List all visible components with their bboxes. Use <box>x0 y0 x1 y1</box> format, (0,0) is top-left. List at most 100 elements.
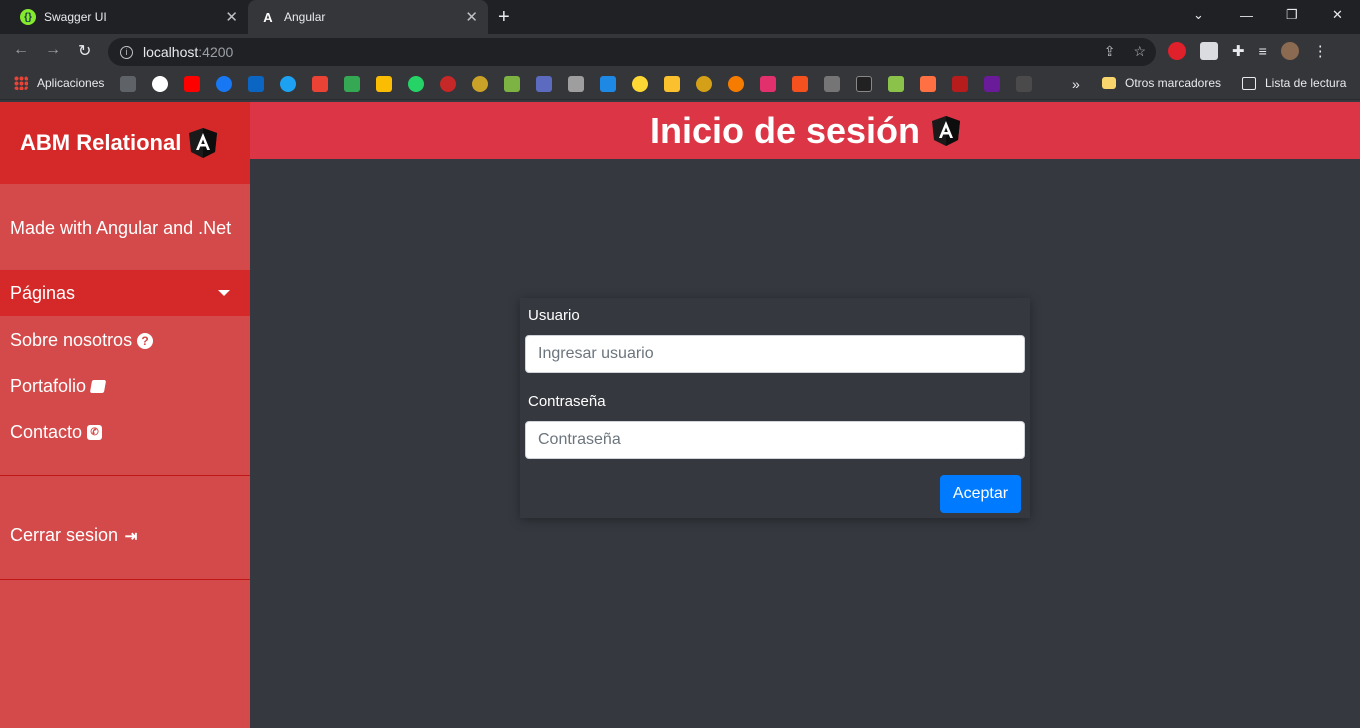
phone-icon: ✆ <box>87 425 103 440</box>
nav-link-portafolio[interactable]: Portafolio <box>10 376 107 397</box>
login-form: Usuario Contraseña Aceptar <box>520 298 1030 518</box>
sign-out-icon: ⇥ <box>124 527 138 545</box>
question-circle-icon: ? <box>137 332 154 349</box>
bookmark-icon[interactable] <box>696 76 712 92</box>
bookmark-icon[interactable] <box>504 76 520 92</box>
avatar[interactable] <box>1280 42 1299 60</box>
reading-list[interactable]: Lista de lectura <box>1242 76 1346 90</box>
apps-grid-icon <box>14 76 28 90</box>
bookmark-label: Otros marcadores <box>1125 76 1222 90</box>
tab-title: Swagger UI <box>44 10 107 24</box>
tab-swagger[interactable]: {} Swagger UI ✕ <box>8 0 248 34</box>
username-label: Usuario <box>528 307 580 324</box>
book-icon <box>89 380 107 393</box>
password-label: Contraseña <box>528 393 606 410</box>
back-icon[interactable]: ← <box>13 41 29 59</box>
password-input[interactable] <box>525 421 1025 459</box>
bookmark-label: Aplicaciones <box>37 76 105 90</box>
bookmark-star-icon[interactable]: ☆ <box>1133 43 1146 60</box>
tab-title: Angular <box>284 10 326 24</box>
restore-icon[interactable]: ❐ <box>1286 0 1298 30</box>
bookmark-icon[interactable] <box>440 76 456 92</box>
star-icon[interactable] <box>664 76 680 92</box>
nav-link-label: Contacto <box>10 422 83 442</box>
whatsapp-icon[interactable] <box>408 76 424 92</box>
sidebar-divider <box>0 475 250 476</box>
bookmark-label: Lista de lectura <box>1265 76 1347 90</box>
folder-icon <box>1102 77 1116 89</box>
angular-icon: A <box>263 9 273 25</box>
linkedin-icon[interactable] <box>248 76 264 92</box>
url-host: localhost <box>143 44 199 60</box>
close-tab-icon[interactable]: ✕ <box>465 8 478 26</box>
angular-logo-icon <box>932 115 961 146</box>
facebook-icon[interactable] <box>216 76 232 92</box>
store-icon[interactable] <box>120 76 136 92</box>
page-title: Inicio de sesión <box>649 109 921 151</box>
bookmark-icon[interactable] <box>888 76 904 92</box>
nav-link-label: Portafolio <box>10 376 87 396</box>
instagram-icon[interactable] <box>760 76 776 92</box>
extension-icon[interactable] <box>1200 42 1218 60</box>
reading-list-icon <box>1242 76 1256 90</box>
browser-toolbar: ← → ↻ i localhost:4200 ⇪ ☆ ✚ ≡ ⋮ <box>0 34 1360 68</box>
caret-down-icon <box>218 290 230 296</box>
kebab-menu-icon[interactable]: ⋮ <box>1313 42 1328 60</box>
reload-icon[interactable]: ↻ <box>78 41 91 61</box>
drive-icon[interactable] <box>344 76 360 92</box>
window-close-icon[interactable]: ✕ <box>1332 0 1343 30</box>
bookmark-icon[interactable] <box>920 76 936 92</box>
logout-link[interactable]: Cerrar sesion ⇥ <box>10 525 139 546</box>
bookmark-folder-other[interactable]: Otros marcadores <box>1102 76 1221 90</box>
new-tab-icon[interactable]: + <box>498 6 510 29</box>
nav-link-sobre-nosotros[interactable]: Sobre nosotros ? <box>10 330 154 351</box>
media-icon[interactable]: ≡ <box>1259 43 1267 59</box>
bookmark-icon[interactable] <box>792 76 808 92</box>
pages-label: Páginas <box>10 282 76 303</box>
nav-link-label: Sobre nosotros <box>10 330 133 350</box>
share-icon[interactable]: ⇪ <box>1104 43 1116 60</box>
bookmark-icon[interactable] <box>984 76 1000 92</box>
tab-angular[interactable]: A Angular ✕ <box>248 0 488 34</box>
address-bar[interactable]: i localhost:4200 ⇪ ☆ <box>108 38 1156 66</box>
username-input[interactable] <box>525 335 1025 373</box>
terminal-icon[interactable] <box>600 76 616 92</box>
bookmark-icon[interactable] <box>952 76 968 92</box>
sidebar: ABM Relational Made with Angular and .Ne… <box>0 102 250 728</box>
bookmark-icon[interactable] <box>856 76 872 92</box>
emoji-icon[interactable] <box>632 76 648 92</box>
swagger-icon: {} <box>20 9 36 25</box>
bookmark-icon[interactable] <box>536 76 552 92</box>
url-port: :4200 <box>198 44 234 60</box>
brand-title: ABM Relational <box>20 130 182 155</box>
nav-link-contacto[interactable]: Contacto ✆ <box>10 422 103 443</box>
forward-icon[interactable]: → <box>45 41 61 59</box>
bookmark-icon[interactable] <box>472 76 488 92</box>
bookmark-icon[interactable] <box>1016 76 1032 92</box>
page-header: Inicio de sesión <box>250 102 1360 159</box>
tagline: Made with Angular and .Net <box>10 218 232 238</box>
extension-shield-icon[interactable] <box>1168 42 1186 60</box>
twitter-icon[interactable] <box>280 76 296 92</box>
submit-button[interactable]: Aceptar <box>940 475 1021 513</box>
browser-tabstrip: {} Swagger UI ✕ A Angular ✕ + ⌄ — ❐ ✕ <box>0 0 1360 34</box>
pages-dropdown[interactable]: Páginas <box>0 270 250 316</box>
google-icon[interactable] <box>152 76 168 92</box>
bookmarks-bar: Aplicaciones » Otros marcadores Lista de… <box>0 68 1360 100</box>
youtube-icon[interactable] <box>184 76 200 92</box>
tab-search-icon[interactable]: ⌄ <box>1193 0 1204 30</box>
classroom-icon[interactable] <box>376 76 392 92</box>
bookmark-icon[interactable] <box>728 76 744 92</box>
sidebar-divider <box>0 579 250 580</box>
bookmark-icon[interactable] <box>824 76 840 92</box>
bookmarks-overflow-icon[interactable]: » <box>1072 76 1080 92</box>
logout-label: Cerrar sesion <box>10 525 119 545</box>
site-info-icon[interactable]: i <box>120 45 133 59</box>
bookmark-icon[interactable] <box>568 76 584 92</box>
puzzle-icon[interactable]: ✚ <box>1232 42 1245 60</box>
close-tab-icon[interactable]: ✕ <box>225 8 238 26</box>
minimize-icon[interactable]: — <box>1240 0 1253 30</box>
brand[interactable]: ABM Relational <box>0 102 250 184</box>
gmail-icon[interactable] <box>312 76 328 92</box>
bookmark-apps[interactable]: Aplicaciones <box>14 76 104 90</box>
